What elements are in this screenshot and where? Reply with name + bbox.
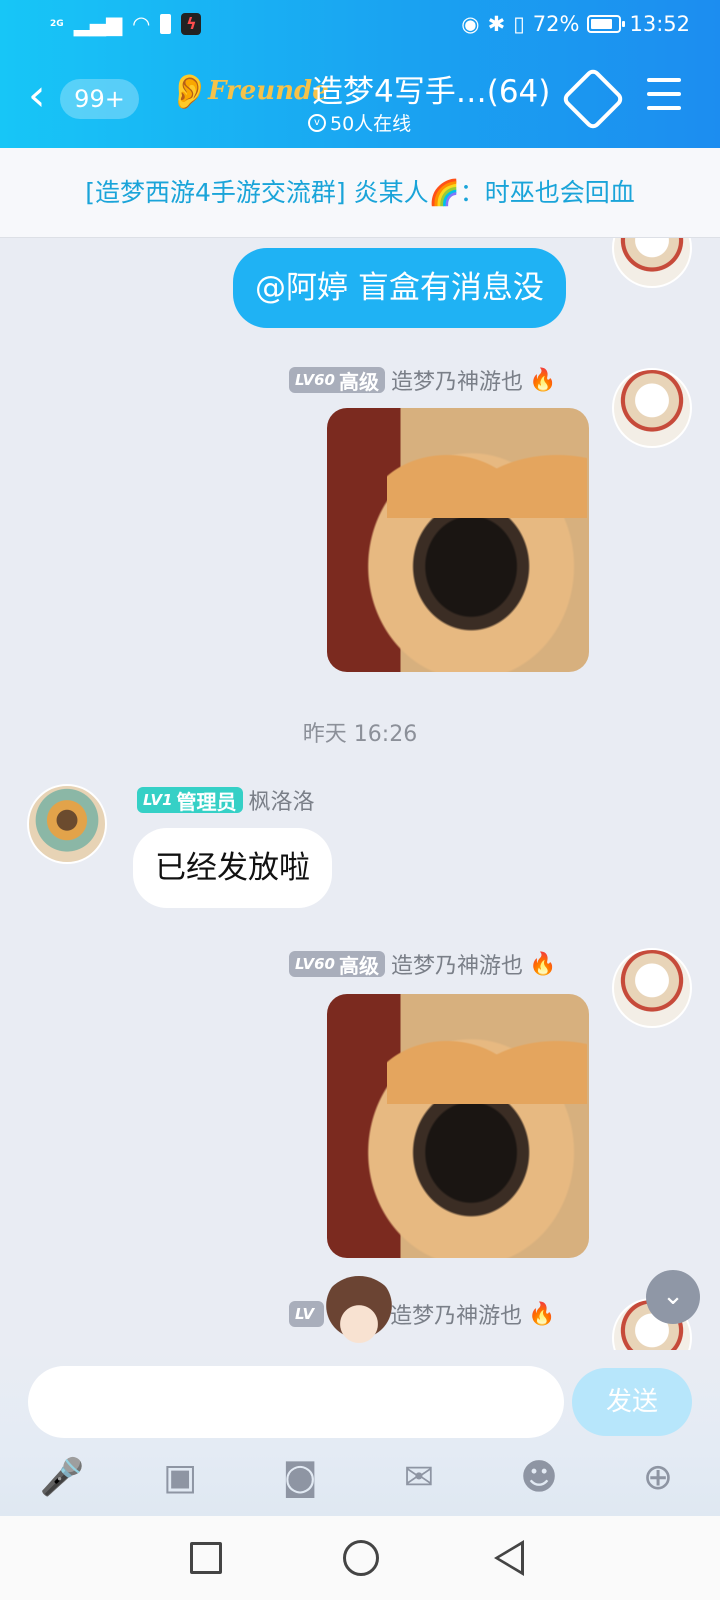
- level-number: LV: [295, 1305, 315, 1323]
- avatar[interactable]: [27, 784, 107, 864]
- level-title: 管理员: [176, 789, 237, 814]
- eye-icon: ◉: [461, 12, 480, 36]
- group-title[interactable]: 造梦4写手…(64): [312, 66, 550, 111]
- app-notification-icon: ϟ: [181, 13, 202, 35]
- dog-image[interactable]: [327, 408, 589, 672]
- microphone-icon[interactable]: 🎤: [38, 1454, 86, 1502]
- message-bubble[interactable]: 已经发放啦: [133, 828, 332, 908]
- fire-icon: 🔥: [528, 1301, 556, 1327]
- camera-icon[interactable]: ◙: [276, 1454, 324, 1502]
- sender-name: 枫洛洛: [248, 790, 315, 815]
- sender-meta: LV1 管理员 枫洛洛: [137, 784, 315, 816]
- online-count[interactable]: v 50人在线: [308, 109, 411, 136]
- chat-header: 2G ▂▄▆ ◠ ϟ ◉ ✱ ▯ 72% 13:52 ‹ 99+ 👂 Freun…: [0, 0, 720, 148]
- plus-icon[interactable]: ⊕: [634, 1454, 682, 1502]
- recents-button[interactable]: [190, 1542, 222, 1574]
- tag-icon[interactable]: [560, 66, 626, 132]
- status-right: ◉ ✱ ▯ 72% 13:52: [461, 12, 690, 36]
- sender-name: 造梦乃神游也: [390, 954, 523, 979]
- system-nav-bar: [0, 1516, 720, 1600]
- input-tools: 🎤 ▣ ◙ ✉ ☻ ⊕: [0, 1454, 720, 1510]
- message-bubble[interactable]: @阿婷 盲盒有消息没: [233, 248, 566, 328]
- chibi-sticker: [320, 1276, 398, 1350]
- group-announcement[interactable]: [造梦西游4手游交流群] 炎某人🌈：时巫也会回血: [0, 148, 720, 238]
- sender-name: 造梦乃神游也: [390, 370, 523, 395]
- back-nav-button[interactable]: [494, 1540, 524, 1576]
- input-bar: 发送 🎤 ▣ ◙ ✉ ☻ ⊕: [0, 1350, 720, 1516]
- level-badge: LV1 管理员: [137, 787, 243, 814]
- red-packet-icon[interactable]: ✉: [395, 1454, 443, 1502]
- status-left: 2G ▂▄▆ ◠ ϟ: [50, 12, 202, 36]
- scroll-down-button[interactable]: ⌄: [646, 1270, 700, 1324]
- small-battery-icon: [160, 14, 172, 34]
- back-button[interactable]: ‹: [28, 74, 46, 118]
- level-badge: LV: [289, 1301, 325, 1327]
- menu-line: [647, 78, 681, 82]
- fire-icon: 🔥: [529, 951, 557, 977]
- sender-name: 造梦乃神游也: [390, 1304, 523, 1329]
- avatar[interactable]: [612, 238, 692, 288]
- sender-meta: LV60 高级 造梦乃神游也 🔥: [289, 364, 556, 396]
- battery-percent: 72%: [532, 12, 580, 36]
- level-number: LV60: [295, 955, 335, 973]
- avatar[interactable]: [612, 368, 692, 448]
- home-button[interactable]: [343, 1540, 379, 1576]
- level-number: LV60: [295, 371, 335, 389]
- chat-list[interactable]: @阿婷 盲盒有消息没 LV60 高级 造梦乃神游也 🔥 昨天 16:26 LV1 管…: [0, 238, 720, 1350]
- level-badge: LV60 高级: [289, 367, 385, 394]
- level-badge: LV60 高级: [289, 951, 385, 978]
- timestamp: 昨天 16:26: [302, 722, 418, 747]
- bluetooth-icon: ✱: [487, 12, 506, 36]
- ear-icon[interactable]: 👂: [168, 72, 210, 112]
- vibrate-icon: ▯: [513, 12, 525, 36]
- status-bar: 2G ▂▄▆ ◠ ϟ ◉ ✱ ▯ 72% 13:52: [0, 0, 720, 50]
- level-number: LV1: [143, 791, 173, 809]
- chevron-down-icon: v: [308, 113, 326, 132]
- send-button[interactable]: 发送: [572, 1368, 692, 1436]
- menu-line: [647, 92, 681, 96]
- sender-meta: LV60 高级 造梦乃神游也 🔥: [289, 948, 556, 980]
- unread-badge[interactable]: 99+: [60, 79, 139, 119]
- nav-bar: ‹ 99+ 👂 Freunde 造梦4写手…(64) v 50人在线: [0, 58, 720, 142]
- level-title: 高级: [338, 953, 379, 978]
- online-count-label: 50人在线: [330, 113, 412, 135]
- battery-icon: [587, 15, 626, 33]
- dog-image[interactable]: [327, 994, 589, 1258]
- image-icon[interactable]: ▣: [156, 1454, 204, 1502]
- menu-icon[interactable]: [647, 78, 681, 112]
- wifi-icon: ◠: [132, 12, 151, 36]
- avatar[interactable]: [612, 948, 692, 1028]
- emoji-icon[interactable]: ☻: [515, 1454, 563, 1502]
- message-input[interactable]: [28, 1366, 564, 1438]
- clock: 13:52: [629, 12, 690, 36]
- group-brand-logo: Freunde: [208, 76, 329, 106]
- signal-icon: ▂▄▆: [73, 12, 123, 36]
- fire-icon: 🔥: [529, 367, 557, 393]
- network-type: 2G: [50, 19, 64, 29]
- menu-line: [647, 106, 681, 110]
- level-title: 高级: [338, 369, 379, 394]
